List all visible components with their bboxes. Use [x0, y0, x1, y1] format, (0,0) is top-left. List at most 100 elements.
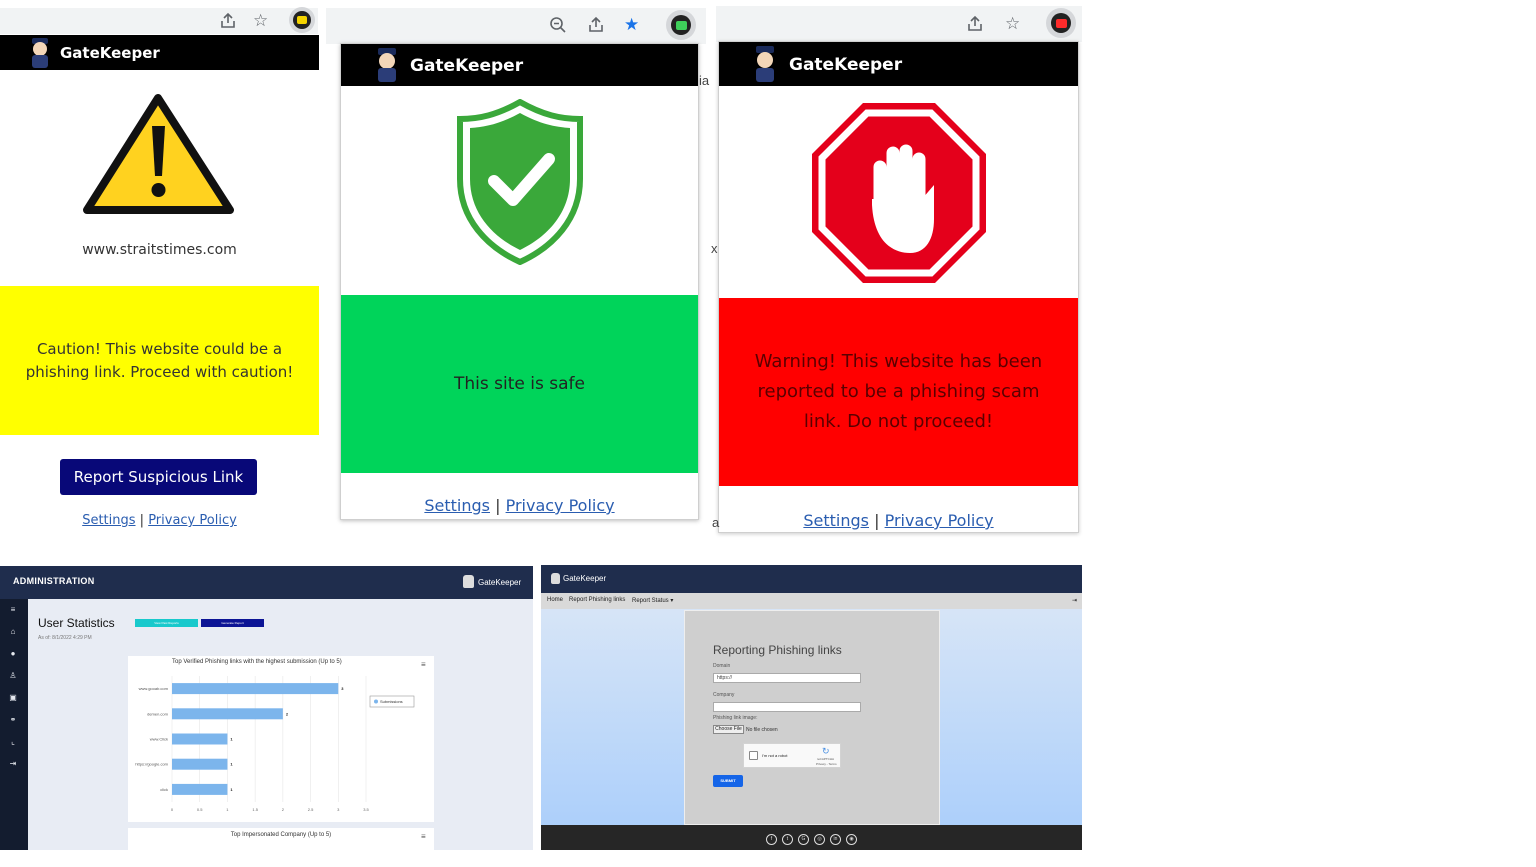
choose-file-button[interactable]: Choose File: [713, 725, 744, 734]
report-suspicious-button[interactable]: Report Suspicious Link: [60, 459, 257, 495]
menu-icon[interactable]: ≡: [7, 605, 19, 615]
google-icon[interactable]: G: [798, 834, 809, 845]
gatekeeper-extension-icon[interactable]: [1046, 8, 1076, 38]
safe-popup: GateKeeper This site is safe Settings | …: [340, 43, 699, 520]
recaptcha-brand: reCAPTCHA: [817, 757, 835, 761]
form-title: Reporting Phishing links: [713, 643, 842, 657]
admin-sidebar: ≡ ⌂ ● ♙ ▣ ⚭ ⌞ ⇥: [0, 599, 28, 850]
github-icon[interactable]: ◉: [846, 834, 857, 845]
gatekeeper-extension-icon[interactable]: [289, 7, 315, 33]
bookmark-star-filled-icon[interactable]: ★: [624, 15, 639, 35]
admin-header-title: ADMINISTRATION: [13, 576, 95, 586]
category-label: demen.com: [147, 711, 169, 716]
recaptcha-logo-icon: ↻: [822, 746, 830, 756]
settings-link[interactable]: Settings: [803, 511, 869, 530]
gatekeeper-extension-icon[interactable]: [666, 10, 696, 40]
facebook-icon[interactable]: f: [766, 834, 777, 845]
data-label: 1: [230, 787, 233, 792]
gatekeeper-logo: [463, 575, 474, 588]
page-title: User Statistics: [38, 616, 115, 630]
view-past-reports-button[interactable]: View Past Reports: [135, 619, 198, 627]
popup-header: GateKeeper: [719, 42, 1078, 86]
report-phishing-page: GateKeeper Home Report Phishing links Re…: [541, 565, 1082, 850]
bar: [172, 683, 339, 695]
browser-toolbar-3: [716, 6, 1082, 42]
x-tick-label: 1: [226, 807, 229, 812]
bookmark-star-icon[interactable]: ☆: [1005, 14, 1020, 34]
browser-toolbar-2: [326, 8, 706, 44]
report-footer: f t G ◎ in ◉: [541, 825, 1082, 850]
nav-report-phishing[interactable]: Report Phishing links: [569, 597, 625, 603]
gatekeeper-logo: [551, 573, 560, 584]
zoom-out-icon[interactable]: [549, 16, 567, 39]
bar: [172, 758, 228, 770]
popup-header: GateKeeper: [0, 35, 319, 70]
logout-icon[interactable]: ⇥: [7, 759, 19, 769]
report-topbar: GateKeeper: [541, 565, 1082, 593]
no-file-text: No file chosen: [746, 727, 778, 733]
footer-links: Settings | Privacy Policy: [719, 511, 1078, 530]
report-button-label: Report Suspicious Link: [73, 468, 244, 486]
instagram-icon[interactable]: ◎: [814, 834, 825, 845]
nav-home[interactable]: Home: [547, 597, 563, 603]
share-icon[interactable]: [219, 12, 237, 35]
privacy-policy-link[interactable]: Privacy Policy: [885, 511, 994, 530]
info-icon[interactable]: ●: [7, 649, 19, 659]
gatekeeper-logo: [373, 48, 401, 82]
warning-popup: GateKeeper www.straitstimes.com Caution!…: [0, 35, 319, 545]
logout-icon[interactable]: ⇥: [1072, 597, 1077, 604]
linkedin-icon[interactable]: in: [830, 834, 841, 845]
bar-chart: 0 0.5 1 1.5 2 2.5 3 3.5 www.gooab.com 3 demen.com 2…: [135, 676, 415, 812]
safe-banner: This site is safe: [341, 295, 698, 473]
data-label: 3: [341, 686, 344, 691]
domain-input[interactable]: https://: [713, 673, 861, 683]
settings-link[interactable]: Settings: [424, 496, 490, 515]
share-icon[interactable]: [587, 16, 605, 39]
link-icon[interactable]: ⚭: [7, 715, 19, 725]
category-label: click: [160, 787, 168, 792]
nav-report-status[interactable]: Report Status ▾: [632, 597, 673, 604]
danger-message: Warning! This website has been reported …: [754, 351, 1043, 432]
legend-marker: [374, 699, 378, 704]
data-label: 2: [286, 711, 289, 716]
recaptcha-label: I'm not a robot: [762, 753, 788, 758]
report-navbar: Home Report Phishing links Report Status…: [541, 593, 1082, 609]
brand-title: GateKeeper: [60, 44, 160, 62]
bookmark-star-icon[interactable]: ☆: [253, 11, 268, 31]
lock-icon[interactable]: ▣: [7, 693, 19, 703]
bar: [172, 783, 228, 795]
submit-button[interactable]: SUBMIT: [713, 775, 743, 787]
gatekeeper-logo: [27, 38, 53, 68]
x-tick-label: 1.5: [252, 807, 258, 812]
submissions-chart-card: Top Verified Phishing links with the hig…: [128, 656, 434, 822]
twitter-icon[interactable]: t: [782, 834, 793, 845]
user-icon[interactable]: ♙: [7, 671, 19, 681]
privacy-policy-link[interactable]: Privacy Policy: [506, 496, 615, 515]
settings-link[interactable]: Settings: [82, 513, 135, 528]
x-tick-label: 2: [282, 807, 285, 812]
legend-label: Submissions: [380, 699, 403, 704]
generate-report-button[interactable]: Generate Report: [201, 619, 264, 627]
privacy-policy-link[interactable]: Privacy Policy: [148, 513, 237, 528]
x-tick-label: 0: [171, 807, 174, 812]
chart-icon[interactable]: ⌞: [7, 737, 19, 747]
image-label: Phishing link image:: [713, 715, 758, 721]
company-input[interactable]: [713, 702, 861, 712]
recaptcha-checkbox[interactable]: [749, 751, 758, 760]
x-tick-label: 3.5: [363, 807, 369, 812]
data-label: 1: [230, 762, 233, 767]
report-brand: GateKeeper: [563, 574, 607, 583]
home-icon[interactable]: ⌂: [7, 627, 19, 637]
company-chart-card: Top Impersonated Company (Up to 5) ≡: [128, 828, 434, 850]
chart-menu-icon[interactable]: ≡: [421, 832, 426, 841]
brand-title: GateKeeper: [410, 56, 524, 76]
category-label: https://google.com: [135, 762, 168, 767]
admin-brand: GateKeeper: [478, 578, 522, 587]
stop-hand-icon: [810, 101, 988, 290]
category-label: www.Click: [150, 737, 168, 742]
share-icon[interactable]: [966, 15, 984, 38]
safe-message: This site is safe: [454, 374, 585, 394]
browser-toolbar-1: [0, 8, 318, 34]
admin-dashboard: ADMINISTRATION GateKeeper ≡ ⌂ ● ♙ ▣ ⚭ ⌞ …: [0, 566, 533, 850]
popup-header: GateKeeper: [341, 44, 698, 86]
